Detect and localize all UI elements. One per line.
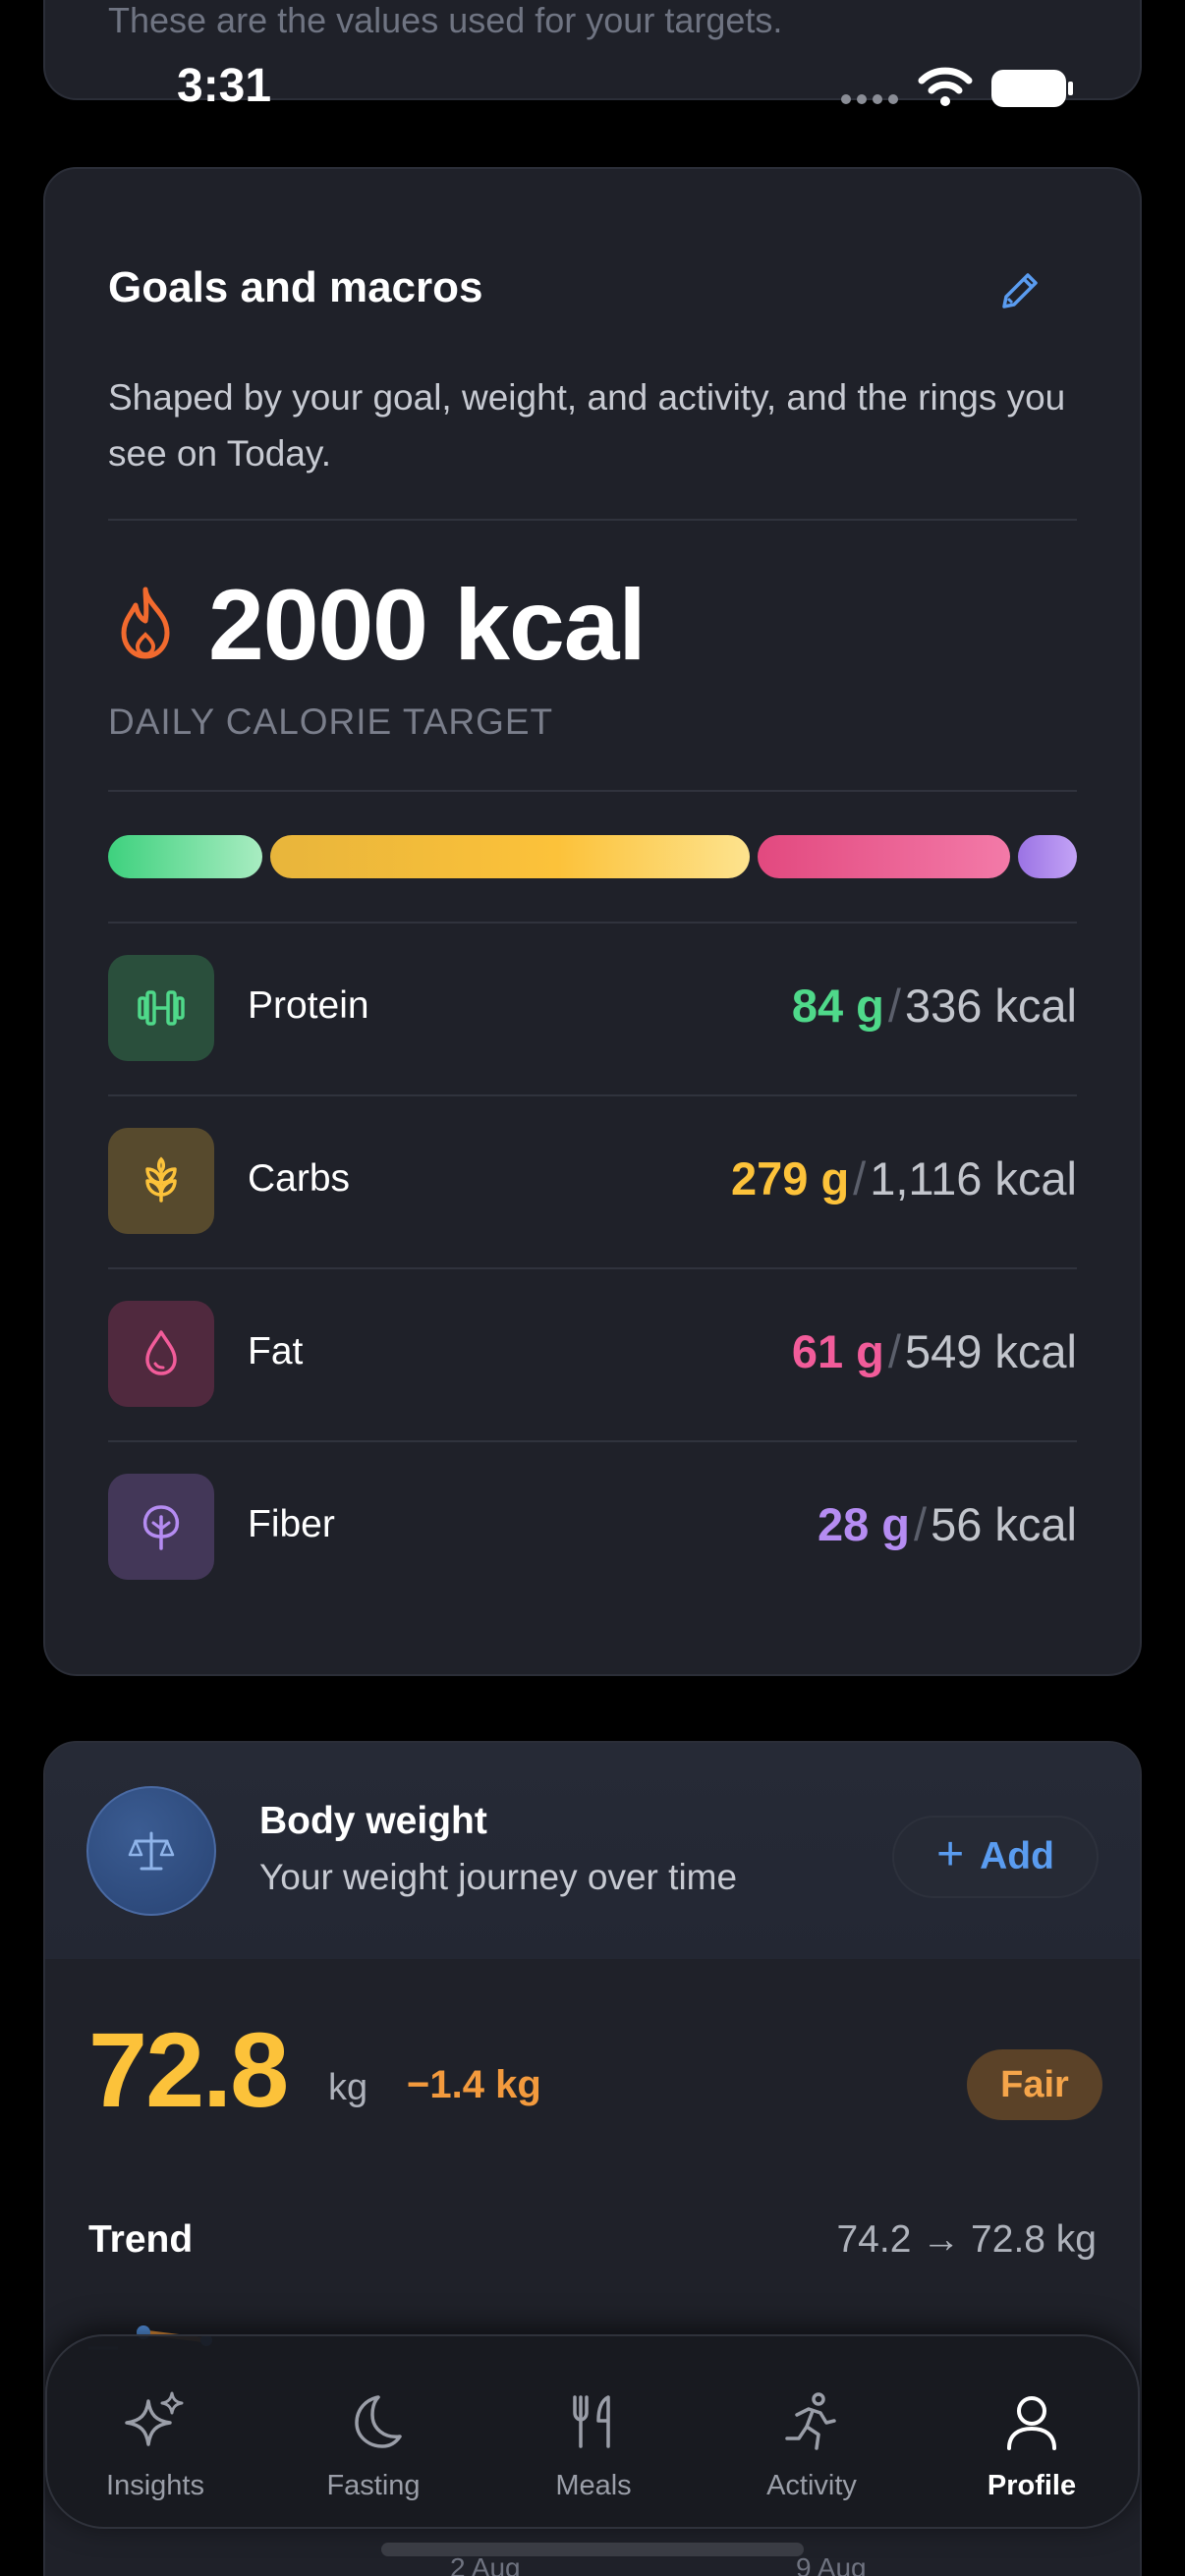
macro-bar-protein	[108, 835, 263, 878]
macro-row-protein: Protein 84 g/336 kcal	[108, 924, 1077, 1096]
fork-knife-icon	[573, 2395, 610, 2448]
add-weight-button[interactable]: + Add	[892, 1816, 1099, 1898]
edit-goals-button[interactable]	[990, 261, 1049, 320]
grain-icon	[108, 1128, 214, 1234]
divider	[108, 790, 1077, 792]
macro-kcal: 56 kcal	[931, 1498, 1077, 1550]
leaf-icon	[108, 1474, 214, 1580]
drop-icon	[108, 1301, 214, 1407]
add-weight-label: Add	[980, 1835, 1054, 1877]
moon-icon	[355, 2395, 402, 2448]
tab-meals[interactable]: Meals	[495, 2336, 692, 2531]
macro-kcal: 1,116 kcal	[870, 1152, 1077, 1204]
tab-label: Insights	[106, 2470, 204, 2501]
macro-bar-carbs	[270, 835, 751, 878]
macro-name: Fat	[248, 1330, 304, 1372]
body-weight-subtitle: Your weight journey over time	[259, 1857, 738, 1897]
pencil-icon	[1002, 273, 1038, 308]
macro-grams: 28 g	[817, 1498, 911, 1550]
dumbbell-icon	[108, 955, 214, 1061]
macro-value: 84 g/336 kcal	[792, 979, 1077, 1033]
macro-row-fat: Fat 61 g/549 kcal	[108, 1269, 1077, 1442]
macro-name: Protein	[248, 984, 369, 1027]
axis-label: 9 Aug	[796, 2552, 867, 2576]
macro-name: Fiber	[248, 1503, 335, 1545]
status-bar: 3:31	[0, 55, 1185, 124]
tab-bar: Insights Fasting Meals Activity Profile	[45, 2334, 1140, 2529]
previous-card-subtitle: These are the values used for your targe…	[108, 0, 783, 40]
flame-icon	[121, 587, 170, 659]
macro-row-fiber: Fiber 28 g/56 kcal	[108, 1442, 1077, 1615]
macro-value: 61 g/549 kcal	[792, 1324, 1077, 1378]
tab-label: Meals	[555, 2470, 632, 2501]
separator: /	[887, 980, 901, 1032]
macro-value: 279 g/1,116 kcal	[731, 1151, 1077, 1205]
home-indicator[interactable]	[381, 2543, 804, 2556]
macro-distribution-bar	[108, 835, 1077, 878]
macro-grams: 61 g	[791, 1325, 884, 1377]
macro-kcal: 549 kcal	[904, 1325, 1077, 1377]
status-badge: Fair	[967, 2049, 1102, 2120]
signal-icon	[841, 94, 898, 104]
macro-name: Carbs	[248, 1157, 351, 1200]
calorie-target-label: DAILY CALORIE TARGET	[108, 701, 554, 742]
macro-kcal: 336 kcal	[904, 980, 1077, 1032]
trend-range: 74.2 → 72.8 kg	[836, 2218, 1097, 2261]
body-weight-header: Body weight Your weight journey over tim…	[45, 1743, 1140, 1959]
separator: /	[887, 1325, 901, 1377]
scale-icon	[86, 1786, 216, 1916]
macro-grams: 84 g	[791, 980, 884, 1032]
battery-icon	[991, 70, 1073, 107]
status-time: 3:31	[177, 60, 272, 112]
macro-row-carbs: Carbs 279 g/1,116 kcal	[108, 1096, 1077, 1269]
macro-value: 28 g/56 kcal	[818, 1497, 1077, 1551]
weight-change: −1.4 kg	[407, 2063, 541, 2106]
macro-bar-fiber	[1017, 835, 1077, 878]
tab-label: Fasting	[326, 2470, 421, 2501]
plus-icon: +	[936, 1828, 965, 1880]
body-weight-title: Body weight	[259, 1800, 487, 1842]
divider	[108, 519, 1077, 521]
separator: /	[853, 1152, 867, 1204]
macro-bar-fat	[758, 835, 1010, 878]
tab-activity[interactable]: Activity	[713, 2336, 910, 2531]
calorie-target-value: 2000 kcal	[208, 569, 647, 681]
macro-grams: 279 g	[730, 1152, 850, 1204]
wifi-icon	[918, 67, 973, 106]
tab-label: Activity	[766, 2470, 857, 2501]
tab-label: Profile	[987, 2470, 1077, 2501]
separator: /	[914, 1498, 928, 1550]
trend-label: Trend	[88, 2218, 194, 2261]
weight-unit: kg	[328, 2067, 368, 2108]
tab-fasting[interactable]: Fasting	[275, 2336, 472, 2531]
goals-card: Goals and macros Shaped by your goal, we…	[43, 167, 1142, 1676]
weight-value: 72.8	[88, 2010, 289, 2129]
running-icon	[785, 2392, 836, 2450]
sparkles-icon	[125, 2391, 184, 2446]
person-icon	[1007, 2396, 1056, 2450]
goals-title: Goals and macros	[108, 263, 483, 311]
tab-profile[interactable]: Profile	[933, 2336, 1130, 2531]
goals-description: Shaped by your goal, weight, and activit…	[108, 377, 1066, 474]
tab-insights[interactable]: Insights	[57, 2336, 254, 2531]
